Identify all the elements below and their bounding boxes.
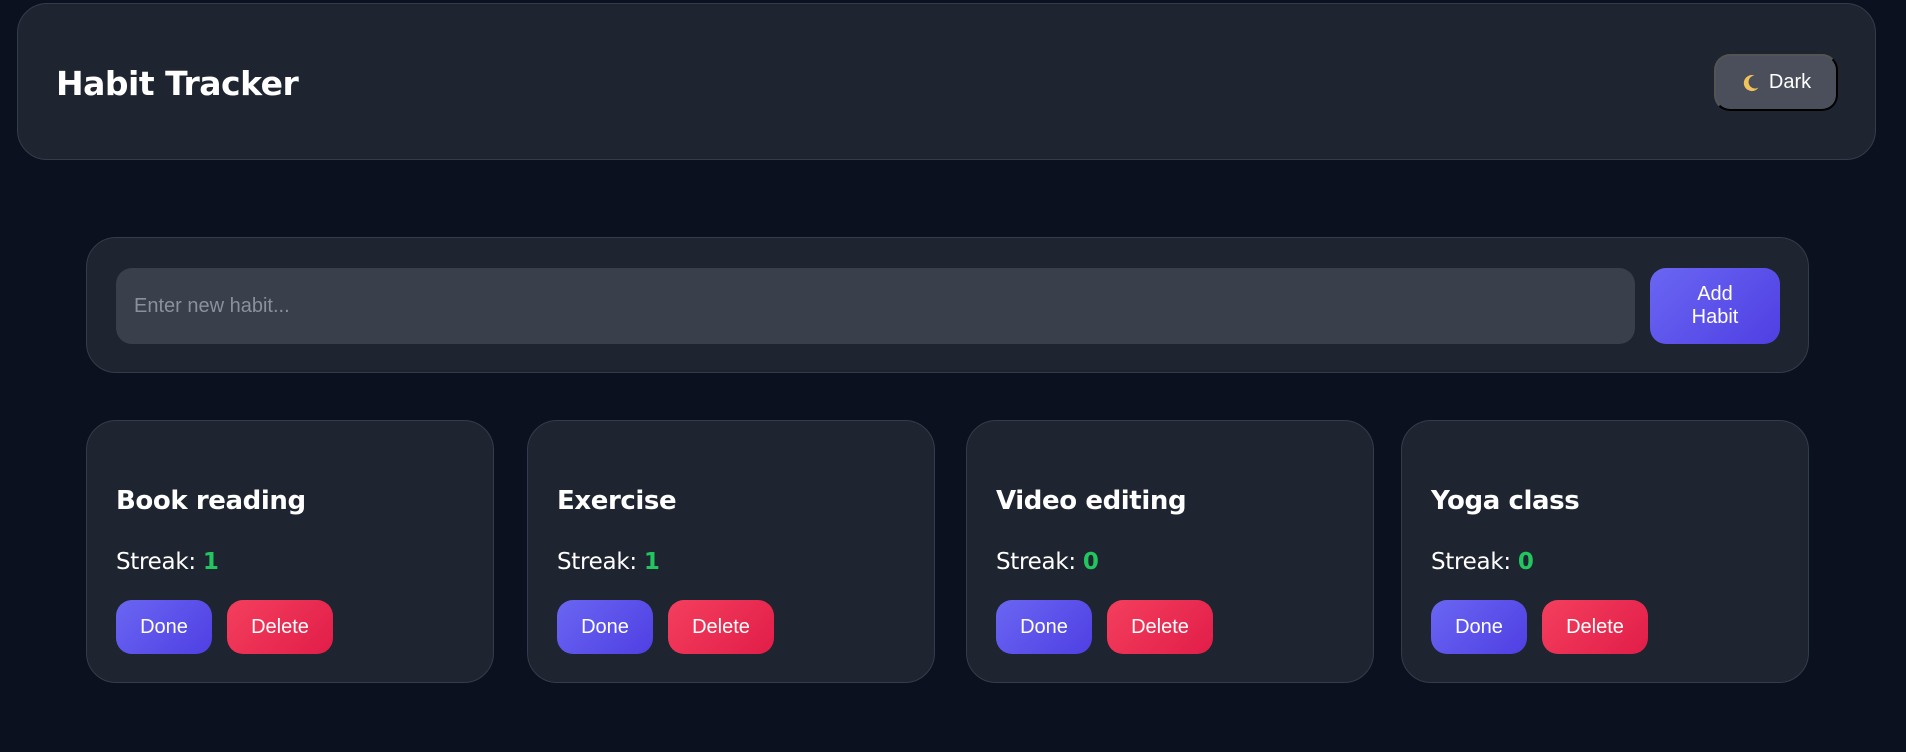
habit-name: Yoga class: [1431, 486, 1580, 516]
add-habit-panel: Add Habit: [86, 237, 1809, 373]
streak-count: 0: [1517, 549, 1534, 575]
done-button[interactable]: Done: [557, 600, 653, 654]
moon-icon: [1741, 73, 1761, 93]
streak-count: 0: [1082, 549, 1099, 575]
done-button[interactable]: Done: [996, 600, 1092, 654]
app-header: Habit Tracker Dark: [17, 3, 1876, 160]
streak-label: Streak:: [116, 549, 196, 575]
habit-streak: Streak: 1: [557, 548, 660, 576]
theme-toggle-label: Dark: [1768, 71, 1812, 93]
new-habit-input[interactable]: [116, 268, 1635, 344]
streak-label: Streak:: [557, 549, 637, 575]
habit-name: Book reading: [116, 486, 306, 516]
add-habit-button[interactable]: Add Habit: [1650, 268, 1780, 344]
delete-button[interactable]: Delete: [1542, 600, 1648, 654]
habit-name: Video editing: [996, 486, 1187, 516]
streak-label: Streak:: [1431, 549, 1511, 575]
habit-card: Book reading Streak: 1 Done Delete: [86, 420, 494, 683]
streak-count: 1: [643, 549, 660, 575]
streak-label: Streak:: [996, 549, 1076, 575]
habit-card: Video editing Streak: 0 Done Delete: [966, 420, 1374, 683]
delete-button[interactable]: Delete: [227, 600, 333, 654]
habit-name: Exercise: [557, 486, 677, 516]
theme-toggle-button[interactable]: Dark: [1714, 54, 1838, 111]
habit-streak: Streak: 0: [1431, 548, 1534, 576]
delete-button[interactable]: Delete: [1107, 600, 1213, 654]
app-title: Habit Tracker: [56, 64, 299, 103]
delete-button[interactable]: Delete: [668, 600, 774, 654]
habit-streak: Streak: 1: [116, 548, 219, 576]
done-button[interactable]: Done: [1431, 600, 1527, 654]
habit-streak: Streak: 0: [996, 548, 1099, 576]
streak-count: 1: [202, 549, 219, 575]
done-button[interactable]: Done: [116, 600, 212, 654]
habit-card: Exercise Streak: 1 Done Delete: [527, 420, 935, 683]
habit-card: Yoga class Streak: 0 Done Delete: [1401, 420, 1809, 683]
